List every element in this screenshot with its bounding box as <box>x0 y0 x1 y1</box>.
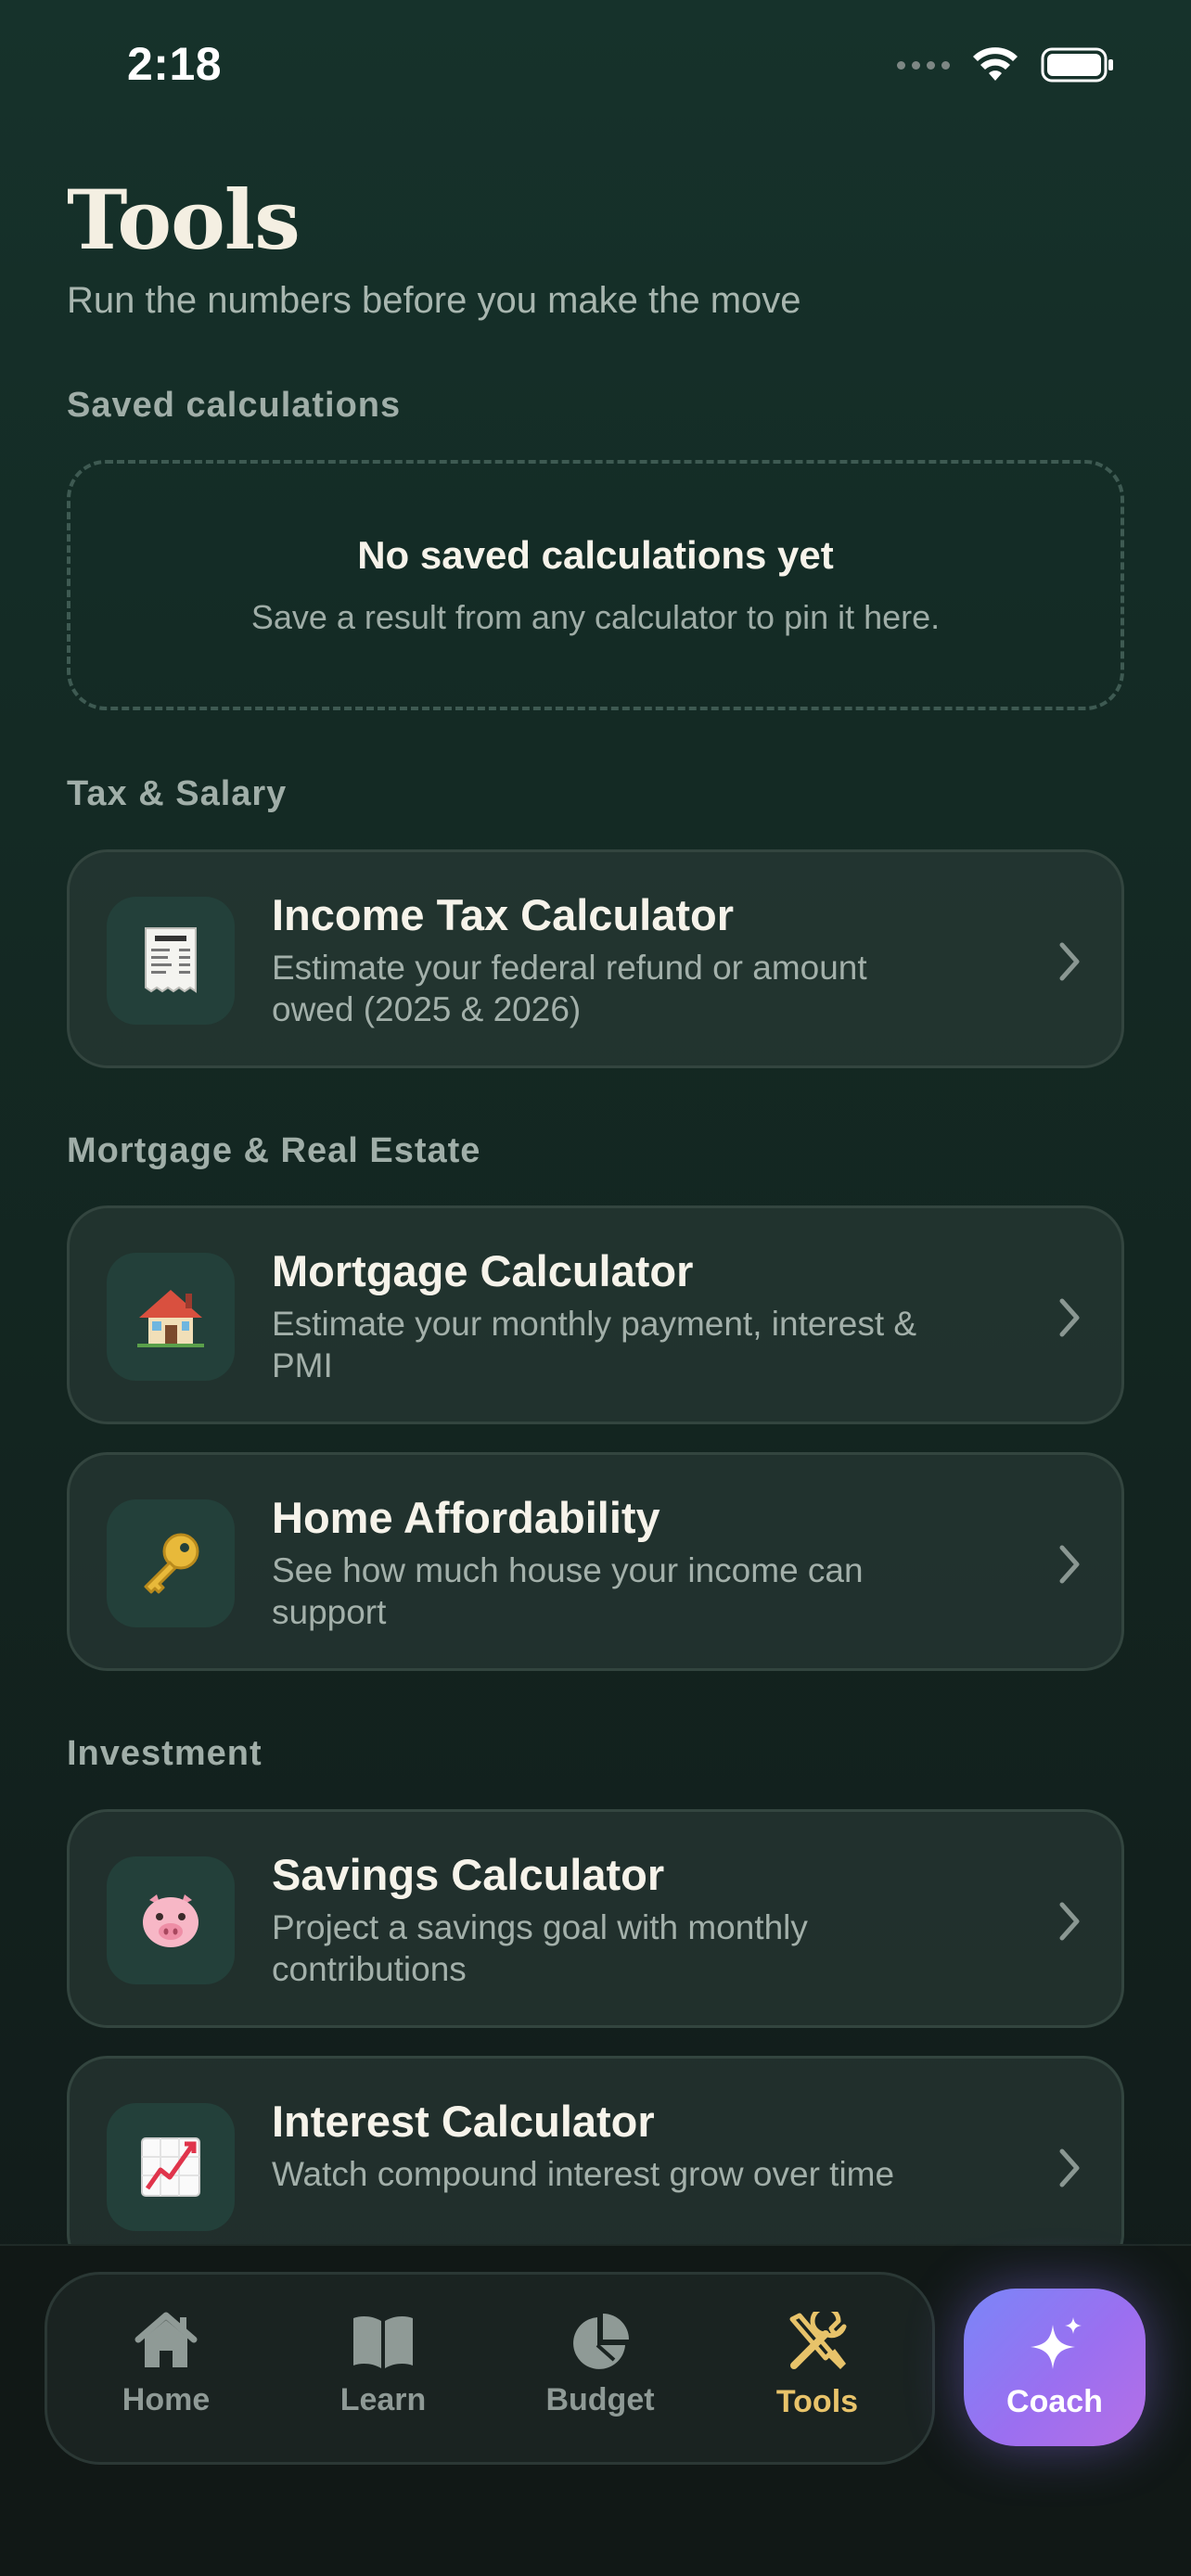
tool-description: Estimate your federal refund or amount o… <box>272 949 867 1028</box>
chart-increasing-icon <box>107 2103 235 2231</box>
tool-card-interest[interactable]: Interest Calculator Watch compound inter… <box>67 2056 1124 2275</box>
tool-description: Project a savings goal with monthly cont… <box>272 1908 808 1988</box>
receipt-icon <box>107 897 235 1025</box>
status-time: 2:18 <box>127 38 223 90</box>
tab-budget[interactable]: Budget <box>507 2312 693 2418</box>
tool-title: Home Affordability <box>272 1493 660 1542</box>
tab-learn[interactable]: Learn <box>290 2312 476 2418</box>
home-icon <box>134 2312 198 2367</box>
sparkles-icon <box>1031 2316 1082 2369</box>
tab-bar: Home Learn Budget Tools <box>45 2272 935 2465</box>
tools-icon <box>789 2312 847 2369</box>
section-label-mortgage: Mortgage & Real Estate <box>67 1131 481 1170</box>
tool-card-mortgage[interactable]: Mortgage Calculator Estimate your monthl… <box>67 1205 1124 1424</box>
coach-button[interactable]: Coach <box>964 2289 1146 2446</box>
page-title: Tools <box>67 172 301 268</box>
empty-state-description: Save a result from any calculator to pin… <box>250 598 941 636</box>
tool-description: Watch compound interest grow over time <box>272 2155 895 2193</box>
section-label-tax: Tax & Salary <box>67 774 288 813</box>
chevron-right-icon <box>1059 942 1080 981</box>
tool-title: Income Tax Calculator <box>272 890 734 939</box>
book-icon <box>353 2316 413 2368</box>
battery-icon <box>1041 47 1113 83</box>
chevron-right-icon <box>1059 1545 1080 1584</box>
section-label-investment: Investment <box>67 1734 263 1773</box>
tool-title: Savings Calculator <box>272 1850 665 1899</box>
cellular-signal-icon <box>897 60 950 70</box>
tab-tools[interactable]: Tools <box>724 2312 910 2420</box>
tab-home[interactable]: Home <box>73 2312 259 2418</box>
empty-state-title: No saved calculations yet <box>357 533 834 577</box>
tab-label: Budget <box>545 2382 655 2417</box>
tool-card-income-tax[interactable]: Income Tax Calculator Estimate your fede… <box>67 849 1124 1068</box>
piggy-icon <box>107 1856 235 1984</box>
tool-card-home-affordability[interactable]: Home Affordability See how much house yo… <box>67 1452 1124 1671</box>
tab-label: Learn <box>339 2382 427 2417</box>
tool-description: Estimate your monthly payment, interest … <box>272 1305 917 1384</box>
tool-title: Mortgage Calculator <box>272 1246 694 1295</box>
pie-chart-icon <box>573 2314 629 2369</box>
key-icon <box>107 1499 235 1627</box>
chevron-right-icon <box>1059 1902 1080 1941</box>
saved-empty-state: No saved calculations yet Save a result … <box>67 460 1124 710</box>
tool-title: Interest Calculator <box>272 2097 655 2146</box>
status-icons <box>897 46 1115 83</box>
page-subtitle: Run the numbers before you make the move <box>67 280 801 321</box>
chevron-right-icon <box>1059 2149 1080 2187</box>
wifi-icon <box>973 47 1018 81</box>
chevron-right-icon <box>1059 1298 1080 1337</box>
tool-card-savings[interactable]: Savings Calculator Project a savings goa… <box>67 1809 1124 2028</box>
status-bar: 2:18 <box>0 0 1191 130</box>
tab-label: Tools <box>775 2384 859 2419</box>
tab-label: Home <box>122 2382 211 2417</box>
house-icon <box>107 1253 235 1381</box>
tool-description: See how much house your income can suppo… <box>272 1551 864 1631</box>
coach-label: Coach <box>1006 2383 1103 2419</box>
section-label-saved: Saved calculations <box>67 386 402 425</box>
